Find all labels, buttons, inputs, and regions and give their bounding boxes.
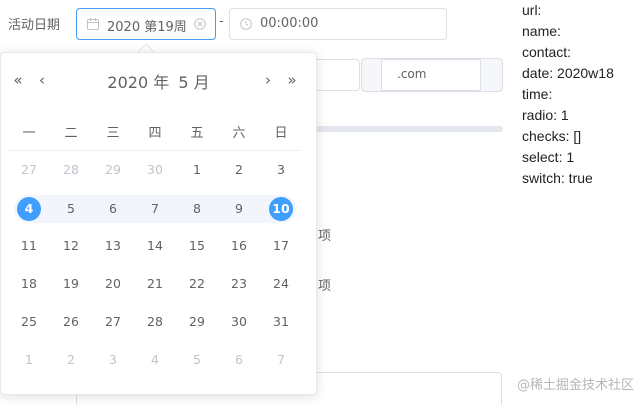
calendar-day[interactable]: 3 [260, 156, 302, 184]
calendar-day[interactable]: 6 [218, 346, 260, 374]
calendar-day[interactable]: 7 [134, 195, 176, 223]
calendar-day[interactable]: 13 [92, 232, 134, 260]
date-field-label: 活动日期 [8, 18, 61, 33]
debug-line: switch: true [522, 170, 593, 186]
calendar-day[interactable]: 19 [50, 270, 92, 298]
calendar-day[interactable]: 27 [92, 308, 134, 336]
weekday-label: 四 [148, 126, 162, 141]
calendar-day[interactable]: 1 [8, 346, 50, 374]
calendar-day[interactable]: 18 [8, 270, 50, 298]
weekday-label: 日 [274, 126, 288, 141]
clock-icon [240, 18, 252, 30]
watermark: @稀土掘金技术社区 [516, 378, 634, 393]
calendar-icon [87, 18, 99, 30]
year-label[interactable]: 2020 年 [107, 73, 169, 92]
weekday-label: 六 [232, 126, 246, 141]
calendar-day[interactable]: 27 [8, 156, 50, 184]
checkbox-option-label: 项 [318, 229, 332, 244]
debug-line: time: [522, 86, 553, 102]
debug-line: name: [522, 23, 561, 39]
weekday-label: 五 [190, 126, 204, 141]
time-picker-input[interactable]: 00:00:00 [229, 8, 447, 40]
calendar-day[interactable]: 16 [218, 232, 260, 260]
calendar-day[interactable]: 29 [92, 156, 134, 184]
url-suffix-input[interactable]: .com [381, 59, 481, 91]
checkbox-option-label: 项 [318, 279, 332, 294]
time-value: 00:00:00 [260, 16, 319, 31]
calendar-day[interactable]: 28 [134, 308, 176, 336]
calendar-day[interactable]: 2 [50, 346, 92, 374]
range-separator: - [219, 14, 224, 29]
calendar-day[interactable]: 30 [134, 156, 176, 184]
debug-line: checks: [] [522, 128, 582, 144]
calendar-day[interactable]: 2 [218, 156, 260, 184]
calendar-day[interactable]: 25 [8, 308, 50, 336]
calendar-day[interactable]: 22 [176, 270, 218, 298]
calendar-day[interactable]: 4 [134, 346, 176, 374]
clear-icon[interactable] [194, 18, 206, 30]
calendar-day[interactable]: 14 [134, 232, 176, 260]
debug-line: url: [522, 2, 542, 18]
calendar-day[interactable]: 30 [218, 308, 260, 336]
calendar-day[interactable]: 5 [176, 346, 218, 374]
calendar-day[interactable]: 28 [50, 156, 92, 184]
selected-day-marker: 4 [17, 197, 41, 221]
weekday-label: 二 [64, 126, 78, 141]
debug-line: date: 2020w18 [522, 65, 614, 81]
weekday-divider [8, 150, 300, 151]
calendar-day[interactable]: 8 [176, 195, 218, 223]
calendar-day[interactable]: 10 [260, 195, 302, 223]
calendar-day[interactable]: 5 [50, 195, 92, 223]
debug-line: radio: 1 [522, 107, 569, 123]
week-value: 2020 第19周 [107, 20, 187, 35]
calendar-day[interactable]: 20 [92, 270, 134, 298]
weekday-label: 三 [106, 126, 120, 141]
calendar-day[interactable]: 15 [176, 232, 218, 260]
week-picker-input[interactable]: 2020 第19周 [76, 8, 216, 40]
calendar-day[interactable]: 6 [92, 195, 134, 223]
debug-line: select: 1 [522, 149, 575, 165]
month-label[interactable]: 5 月 [178, 73, 209, 92]
calendar-day[interactable]: 23 [218, 270, 260, 298]
calendar-day[interactable]: 3 [92, 346, 134, 374]
calendar-day[interactable]: 26 [50, 308, 92, 336]
calendar-day[interactable]: 12 [50, 232, 92, 260]
next-year-button[interactable]: » [285, 71, 299, 89]
form-model-output: url: name: contact: date: 2020w18 time: … [522, 0, 614, 189]
calendar-day[interactable]: 11 [8, 232, 50, 260]
slider-track[interactable] [296, 126, 503, 132]
calendar-day[interactable]: 31 [260, 308, 302, 336]
next-month-button[interactable]: › [261, 71, 275, 89]
selected-day-marker: 10 [269, 197, 293, 221]
calendar-day[interactable]: 1 [176, 156, 218, 184]
calendar-day[interactable]: 9 [218, 195, 260, 223]
calendar-day[interactable]: 7 [260, 346, 302, 374]
calendar-day[interactable]: 4 [8, 195, 50, 223]
calendar-day[interactable]: 29 [176, 308, 218, 336]
calendar-day[interactable]: 21 [134, 270, 176, 298]
calendar-day[interactable]: 17 [260, 232, 302, 260]
calendar-day[interactable]: 24 [260, 270, 302, 298]
weekday-label: 一 [22, 126, 36, 141]
debug-line: contact: [522, 44, 572, 60]
week-picker-panel: « ‹ 2020 年 5 月 › » [0, 52, 317, 395]
